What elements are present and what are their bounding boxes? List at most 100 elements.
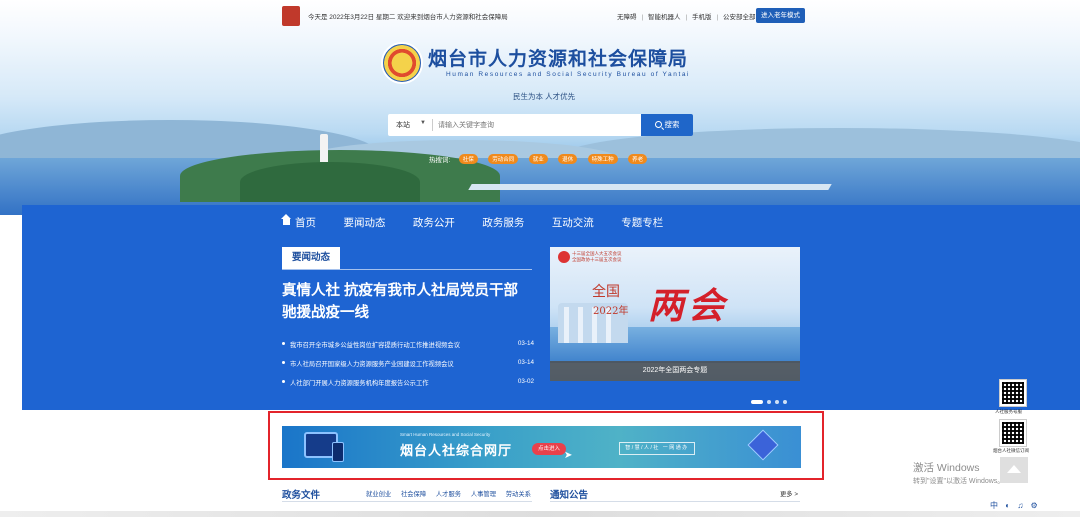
slider-dot[interactable] <box>783 400 787 404</box>
tab-social-security[interactable]: 社会保障 <box>401 491 426 498</box>
hero-background <box>0 0 1080 215</box>
page: 今天是 2022年3月22日 星期二 欢迎来到烟台市人力资源和社会保障局 无障碍… <box>0 0 1080 517</box>
ime-lang[interactable]: 中 <box>990 501 998 510</box>
phone-icon <box>332 442 344 462</box>
news-title[interactable]: 我市召开全市城乡公益性岗位扩容提质行动工作推进视频会议 <box>290 340 460 349</box>
hot-tag-social-insurance[interactable]: 社保 <box>458 153 478 164</box>
ime-moon-icon[interactable]: ◐ <box>1005 501 1010 510</box>
search-bar: 本站 ▼ 搜索 <box>388 114 693 136</box>
bureau-emblem-icon <box>381 42 423 84</box>
search-input[interactable] <box>438 117 634 133</box>
banner-meeting-line2: 全国政协十三届五次会议 <box>572 257 622 262</box>
news-title[interactable]: 市人社局召开国家级人力资源服务产业园建设工作视频会议 <box>290 359 454 368</box>
national-emblem-icon <box>558 251 570 263</box>
policy-tabs: 就业创业 社会保障 人才服务 人事管理 劳动关系 <box>366 489 539 498</box>
news-title[interactable]: 人社部门开展人力资源服务机构年度报告公示工作 <box>290 378 429 387</box>
link-accessibility[interactable]: 无障碍 <box>617 14 637 21</box>
banner-column <box>578 307 583 343</box>
windows-activation-hint: 转到"设置"以激活 Windows。 <box>913 478 1005 485</box>
list-item[interactable]: 我市召开全市城乡公益性岗位扩容提质行动工作推进视频会议 03-14 <box>282 340 534 359</box>
hot-words-label: 热搜词: <box>429 156 451 164</box>
slogan: 民生为本 人才优先 <box>513 92 576 101</box>
nav-home[interactable]: 首页 <box>281 214 316 230</box>
link-mobile[interactable]: 手机版 <box>692 14 712 21</box>
banner-caption[interactable]: 2022年全国两会专题 <box>550 361 800 381</box>
site-subtitle: Human Resources and Social Security Bure… <box>446 71 691 78</box>
home-icon <box>281 214 291 226</box>
hot-tag-employment[interactable]: 就业 <box>528 153 548 164</box>
pier <box>468 184 832 190</box>
tab-talent[interactable]: 人才服务 <box>436 491 461 498</box>
bottom-strip <box>0 511 1080 517</box>
hot-words: 热搜词: 社保 劳动合同 就业 退休 特殊工种 养老 <box>429 150 653 168</box>
hot-tag-pension[interactable]: 养老 <box>628 153 648 164</box>
qr1-label: 人社服务号服 <box>995 409 1022 414</box>
nav-topics[interactable]: 专题专栏 <box>621 215 663 230</box>
more-link[interactable]: 更多 > <box>780 489 798 498</box>
elder-mode-button[interactable]: 进入老年模式 <box>756 8 805 23</box>
online-hall-banner[interactable]: Smart Human Resources and Social Securit… <box>282 426 801 468</box>
nav-gov-service[interactable]: 政务服务 <box>482 215 524 230</box>
notice-title[interactable]: 通知公告 <box>550 487 588 501</box>
banner-year: 2022年 <box>593 306 629 317</box>
windows-activation-title: 激活 Windows <box>913 462 980 474</box>
slider-dot[interactable] <box>767 400 771 404</box>
tab-employment[interactable]: 就业创业 <box>366 491 391 498</box>
qr-code-icon <box>1000 380 1026 406</box>
qr2-label: 烟台人社微信订阅 <box>993 448 1029 453</box>
search-button-label: 搜索 <box>664 120 680 129</box>
nav-news[interactable]: 要闻动态 <box>343 215 385 230</box>
news-tab[interactable]: 要闻动态 <box>282 247 340 269</box>
lighthouse <box>320 134 328 162</box>
island-hill <box>240 162 420 202</box>
news-tab-underline <box>282 269 532 270</box>
top-bar: 今天是 2022年3月22日 星期二 欢迎来到烟台市人力资源和社会保障局 无障碍… <box>282 6 805 26</box>
promo-title: 烟台人社综合网厅 <box>400 443 513 458</box>
policy-title[interactable]: 政务文件 <box>282 487 320 501</box>
bullet-icon <box>282 342 285 345</box>
slider-dot-active[interactable] <box>751 400 763 404</box>
divider <box>282 501 532 502</box>
search-button[interactable]: 搜索 <box>641 114 693 136</box>
divider <box>550 501 800 502</box>
promo-enter-button[interactable]: 点击进入 <box>532 443 567 455</box>
nav-home-label: 首页 <box>295 217 316 229</box>
hot-tag-labor-contract[interactable]: 劳动合同 <box>488 153 519 164</box>
news-headline[interactable]: 真情人社 抗疫有我市人社局党员干部驰援战疫一线 <box>282 280 532 324</box>
slider-dot[interactable] <box>775 400 779 404</box>
link-robot[interactable]: 智能机器人 <box>648 14 681 21</box>
list-item[interactable]: 市人社局召开国家级人力资源服务产业园建设工作视频会议 03-14 <box>282 359 534 378</box>
list-item[interactable]: 人社部门开展人力资源服务机构年度报告公示工作 03-02 <box>282 378 534 397</box>
bullet-icon <box>282 361 285 364</box>
slider-dots <box>751 391 791 409</box>
banner-column <box>564 307 569 343</box>
hot-tag-special-jobs[interactable]: 特殊工种 <box>587 153 618 164</box>
chevron-down-icon[interactable]: ▼ <box>420 120 426 126</box>
pointer-icon: ➤ <box>564 450 573 461</box>
search-scope-select[interactable]: 本站 <box>396 120 410 130</box>
tab-labor[interactable]: 劳动关系 <box>506 491 531 498</box>
bullet-icon <box>282 380 285 383</box>
ime-settings-icon[interactable]: ⚙ <box>1031 501 1038 510</box>
news-date: 03-14 <box>517 340 534 347</box>
promo-slogan: 智/慧/人/社 一网通办 <box>619 442 695 455</box>
date-welcome: 今天是 2022年3月22日 星期二 欢迎来到烟台市人力资源和社会保障局 <box>308 14 508 21</box>
ime-music-icon[interactable]: ♫ <box>1017 501 1023 510</box>
hot-tag-retirement[interactable]: 退休 <box>558 153 578 164</box>
search-divider <box>432 119 433 131</box>
nav-gov-open[interactable]: 政务公开 <box>413 215 455 230</box>
banner-big-text: 两会 <box>648 285 729 327</box>
banner-national: 全国 <box>592 284 620 300</box>
news-date: 03-02 <box>517 378 534 385</box>
qr-code-icon <box>1000 420 1026 446</box>
news-date: 03-14 <box>517 359 534 366</box>
banner-meeting-text: 十三届全国人大五次会议 全国政协十三届五次会议 <box>572 251 672 263</box>
party-logo-icon <box>282 6 300 26</box>
nav-interaction[interactable]: 互动交流 <box>552 215 594 230</box>
cube-icon <box>747 429 779 461</box>
tab-personnel[interactable]: 人事管理 <box>471 491 496 498</box>
two-sessions-banner[interactable]: 十三届全国人大五次会议 全国政协十三届五次会议 全国 2022年 两会 2022… <box>550 247 800 381</box>
news-list: 我市召开全市城乡公益性岗位扩容提质行动工作推进视频会议 03-14 市人社局召开… <box>282 340 534 397</box>
top-links: 无障碍 | 智能机器人 | 手机版 | 公安部全部网 <box>617 14 763 21</box>
main-nav: 首页 要闻动态 政务公开 政务服务 互动交流 专题专栏 <box>281 213 686 230</box>
